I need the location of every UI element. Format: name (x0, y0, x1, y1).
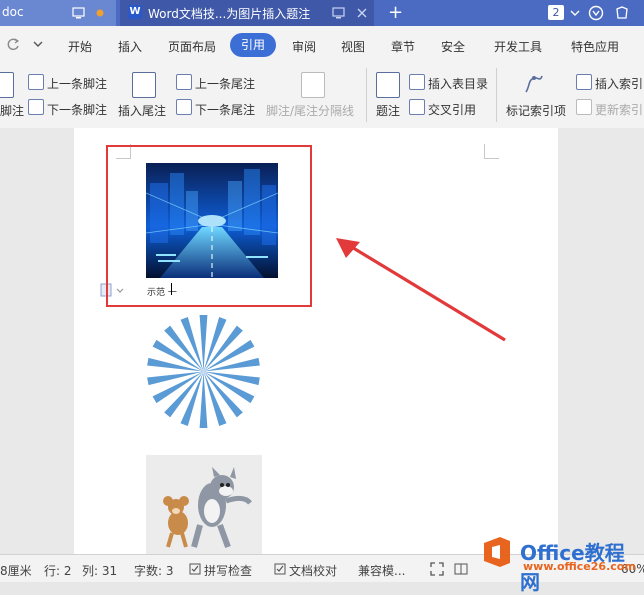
update-index-icon[interactable] (576, 99, 592, 115)
menu-special[interactable]: 特色应用 (571, 38, 619, 55)
spell-check-icon[interactable] (189, 563, 201, 575)
prev-footnote-button[interactable]: 上一条脚注 (47, 75, 107, 92)
insert-index-button[interactable]: 插入索引 (595, 75, 643, 92)
status-col: 列: 31 (82, 564, 118, 578)
menu-review[interactable]: 审阅 (292, 38, 316, 55)
doc-proof-button[interactable]: 文档校对 (289, 562, 337, 579)
next-endnote-icon[interactable] (176, 99, 192, 115)
menu-references[interactable]: 引用 (230, 33, 276, 57)
ribbon-divider (496, 68, 497, 122)
tab-document-label: Word文档技...为图片插入题注 (148, 7, 311, 21)
status-row: 行: 2 (44, 564, 72, 578)
next-endnote-button[interactable]: 下一条尾注 (195, 101, 255, 118)
highlight-box (106, 145, 312, 307)
menu-page-layout[interactable]: 页面布局 (168, 38, 216, 55)
more-icon[interactable] (568, 6, 582, 20)
word-icon: W (128, 5, 142, 19)
office-logo-icon (484, 537, 510, 567)
redo-icon[interactable] (6, 37, 20, 51)
menu-section[interactable]: 章节 (391, 38, 415, 55)
menu-insert[interactable]: 插入 (118, 38, 142, 55)
margin-corner-mark (484, 144, 499, 159)
new-tab-button[interactable]: + (388, 2, 403, 23)
menu-view[interactable]: 视图 (341, 38, 365, 55)
radial-wheel-image[interactable] (145, 313, 262, 430)
watermark-url: www.office26.com (523, 560, 636, 573)
cross-reference-icon[interactable] (409, 99, 425, 115)
fullscreen-icon[interactable] (430, 562, 444, 576)
prev-footnote-icon[interactable] (28, 74, 44, 90)
update-index-button[interactable]: 更新索引 (595, 101, 643, 118)
caption-icon[interactable] (376, 72, 400, 98)
insert-index-icon[interactable] (576, 74, 592, 90)
prev-endnote-icon[interactable] (176, 74, 192, 90)
status-word-count[interactable]: 字数: 3 (134, 562, 174, 579)
next-footnote-button[interactable]: 下一条脚注 (47, 101, 107, 118)
ribbon-tabs (0, 26, 644, 63)
separator-line-icon[interactable] (301, 72, 325, 98)
prev-endnote-button[interactable]: 上一条尾注 (195, 75, 255, 92)
next-footnote-icon[interactable] (28, 99, 44, 115)
quick-access-dropdown-icon[interactable] (32, 39, 44, 49)
status-position: 8厘米 (0, 564, 32, 578)
monitor-icon[interactable] (332, 7, 345, 19)
menu-home[interactable]: 开始 (68, 38, 92, 55)
menu-developer[interactable]: 开发工具 (494, 38, 542, 55)
spell-check-button[interactable]: 拼写检查 (204, 562, 252, 579)
tab-doc-label: doc (2, 5, 24, 19)
table-of-figures-icon[interactable] (409, 74, 425, 90)
insert-footnote-icon[interactable] (0, 72, 14, 98)
annotation-arrow-icon (336, 238, 506, 342)
compat-mode-button[interactable]: 兼容模... (358, 562, 405, 579)
separator-line-button[interactable]: 脚注/尾注分隔线 (266, 102, 354, 119)
mark-index-icon[interactable] (522, 72, 546, 96)
cross-reference-button[interactable]: 交叉引用 (428, 101, 476, 118)
monitor-icon[interactable] (72, 7, 85, 19)
insert-endnote-icon[interactable] (132, 72, 156, 98)
unsaved-dot-icon (96, 9, 104, 17)
insert-endnote-button[interactable]: 插入尾注 (118, 102, 166, 119)
doc-proof-icon[interactable] (274, 563, 286, 575)
close-tab-icon[interactable] (356, 7, 368, 19)
insert-table-of-figures-button[interactable]: 插入表目录 (428, 75, 488, 92)
skin-icon[interactable] (614, 5, 630, 21)
window-count-badge[interactable]: 2 (548, 5, 564, 20)
mark-index-button[interactable]: 标记索引项 (506, 102, 566, 119)
cartoon-image[interactable] (146, 455, 262, 554)
wps-logo-icon[interactable] (588, 5, 604, 21)
ribbon-divider (366, 68, 367, 122)
menu-security[interactable]: 安全 (441, 38, 465, 55)
tab-doc-inactive[interactable]: doc (0, 0, 116, 26)
reading-view-icon[interactable] (454, 562, 468, 576)
caption-button[interactable]: 题注 (376, 102, 400, 119)
tab-document-active[interactable]: W Word文档技...为图片插入题注 (120, 0, 374, 26)
insert-footnote-label[interactable]: 脚注 (0, 102, 24, 119)
cat-mouse-cartoon-icon (163, 467, 252, 549)
